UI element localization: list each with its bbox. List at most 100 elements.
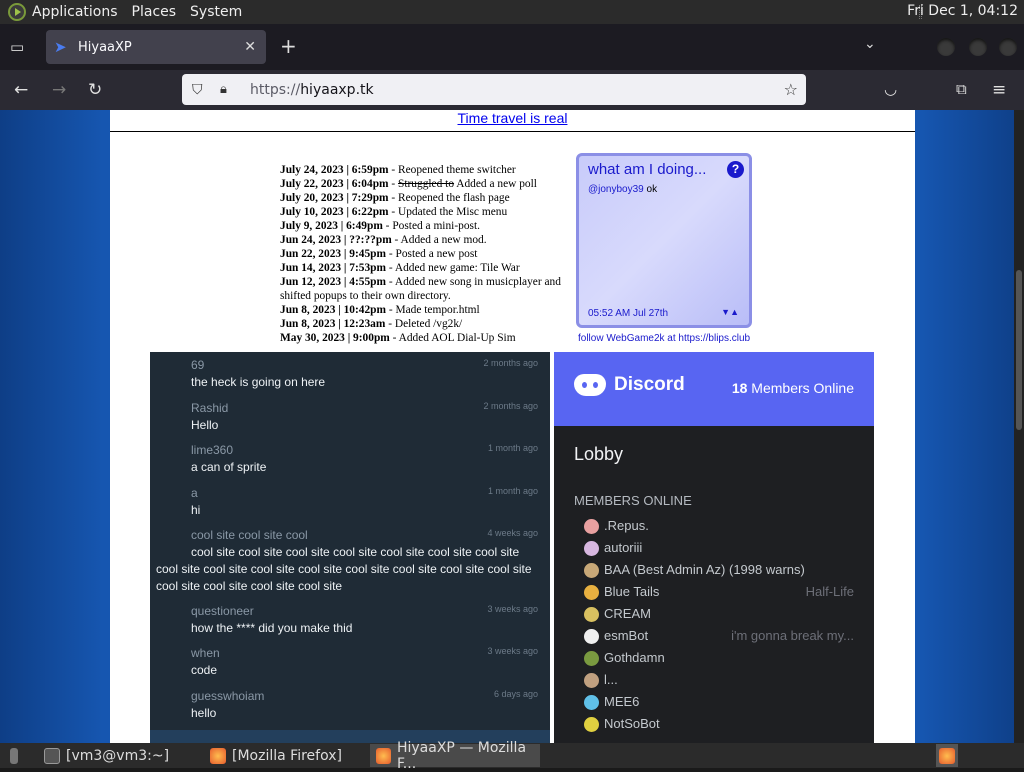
member-name: NotSoBot (604, 716, 660, 731)
discord-icon (574, 374, 606, 396)
discord-member[interactable]: Gothdamn (584, 648, 874, 670)
blips-nav-arrows-icon[interactable]: ▼▲ (721, 307, 739, 317)
chat-text: Hello (191, 418, 219, 432)
shield-icon[interactable]: ⛉ (192, 82, 208, 98)
chat-author: a (191, 486, 198, 500)
discord-member[interactable]: esmBot i'm gonna break my... (584, 626, 874, 648)
chat-author: questioneer (191, 604, 254, 618)
help-icon[interactable]: ? (727, 161, 744, 178)
firefox-icon (376, 747, 391, 764)
chat-time: 1 month ago (487, 486, 538, 496)
update-entry: Jun 8, 2023 | 12:23am - Deleted /vg2k/ (280, 318, 463, 330)
discord-member[interactable]: BAA (Best Admin Az) (1998 warns) (584, 560, 874, 582)
new-tab-icon[interactable]: + (280, 34, 297, 58)
minimize-window-button[interactable] (937, 38, 955, 56)
chat-text: hi (191, 503, 201, 517)
panel-clock[interactable]: Fri Dec 1, 04:12 (907, 3, 1018, 19)
url-text[interactable]: https://hiyaaxp.tk (250, 82, 374, 98)
bottom-taskbar: [vm3@vm3:~] [Mozilla Firefox] HiyaaXP — … (0, 740, 1024, 772)
extensions-icon[interactable]: ⧉ (956, 80, 967, 98)
update-entry: Jun 22, 2023 | 9:45pm - Posted a new pos… (280, 248, 478, 260)
web-content: Time travel is real July 24, 2023 | 6:59… (0, 110, 1024, 743)
discord-header: Discord 18 Members Online (554, 352, 874, 426)
member-name: MEE6 (604, 694, 640, 709)
avatar (584, 695, 599, 710)
time-travel-link[interactable]: Time travel is real (110, 110, 915, 126)
pocket-icon[interactable]: ◡ (884, 80, 897, 98)
members-online-heading: MEMBERS ONLINE (574, 493, 692, 508)
discord-member[interactable]: l... (584, 670, 874, 692)
reload-icon[interactable]: ↻ (88, 80, 102, 100)
chat-author: guesswhoiam (191, 689, 265, 703)
back-arrow-icon[interactable]: ← (14, 80, 28, 100)
applications-menu[interactable]: Applications (32, 4, 118, 20)
discord-widget: Discord 18 Members Online Lobby MEMBERS … (554, 352, 874, 743)
discord-logo[interactable]: Discord (574, 374, 685, 396)
avatar (584, 519, 599, 534)
blips-timestamp[interactable]: 05:52 AM Jul 27th (588, 308, 668, 319)
hamburger-menu-icon[interactable]: ≡ (992, 80, 1006, 100)
chat-time: 1 month ago (487, 443, 538, 453)
navigation-bar: ← → ↻ ⛉ 🔒︎ https://hiyaaxp.tk ☆ ◡ ⧉ ≡ (0, 70, 1024, 110)
member-name: l... (604, 672, 618, 687)
chat-author: Rashid (191, 401, 229, 415)
discord-member[interactable]: MEE6 (584, 692, 874, 714)
chat-text: code (191, 663, 218, 677)
page-scrollbar[interactable] (1014, 110, 1024, 743)
update-entry: July 10, 2023 | 6:22pm - Updated the Mis… (280, 206, 508, 218)
avatar (584, 607, 599, 622)
blips-user-link[interactable]: @jonyboy39 (588, 184, 644, 195)
chat-time: 3 weeks ago (487, 604, 538, 614)
distro-logo-icon[interactable] (8, 3, 26, 21)
show-desktop-icon[interactable] (4, 744, 24, 767)
scrollbar-thumb[interactable] (1016, 270, 1022, 430)
firefox-icon (210, 747, 226, 764)
chat-author: when (191, 646, 220, 660)
system-menu[interactable]: System (190, 4, 242, 20)
avatar (584, 629, 599, 644)
update-entry: Jun 12, 2023 | 4:55pm - Added new song i… (280, 276, 561, 302)
chevron-down-icon[interactable]: ⌄ (864, 36, 876, 52)
chat-text: how the **** did you make thid (191, 621, 353, 635)
avatar (584, 585, 599, 600)
bird-favicon-icon: ➤ (54, 38, 67, 56)
tab-hiyaaxp[interactable]: ➤ HiyaaXP ✕ (46, 30, 266, 64)
discord-member[interactable]: NotSoBot (584, 714, 874, 736)
avatar (584, 673, 599, 688)
member-name: BAA (Best Admin Az) (1998 warns) (604, 562, 805, 577)
taskbar-item-terminal[interactable]: [vm3@vm3:~] (38, 744, 169, 767)
url-bar[interactable]: ⛉ 🔒︎ https://hiyaaxp.tk ☆ (182, 74, 806, 105)
update-entry: Jun 24, 2023 | ??:??pm - Added a new mod… (280, 234, 487, 246)
taskbar-item-firefox[interactable]: [Mozilla Firefox] (204, 744, 342, 767)
forward-arrow-icon[interactable]: → (52, 80, 66, 100)
lock-icon[interactable]: 🔒︎ (220, 82, 236, 97)
taskbar-item-hiyaaxp[interactable]: HiyaaXP — Mozilla F... (370, 740, 540, 772)
bookmark-star-icon[interactable]: ☆ (784, 80, 798, 99)
firefox-view-icon[interactable]: ▭ (10, 38, 24, 56)
chat-time: 2 months ago (483, 401, 538, 411)
divider (110, 131, 915, 132)
discord-member[interactable]: CREAM (584, 604, 874, 626)
tray-firefox-icon[interactable] (936, 744, 958, 767)
discord-member[interactable]: .Repus. (584, 516, 874, 538)
close-tab-icon[interactable]: ✕ (244, 39, 256, 55)
blips-title[interactable]: what am I doing... (588, 161, 706, 178)
tab-title: HiyaaXP (78, 39, 132, 55)
chat-time: 3 weeks ago (487, 646, 538, 656)
places-menu[interactable]: Places (132, 4, 177, 20)
chat-text: hello (191, 706, 217, 720)
maximize-window-button[interactable] (969, 38, 987, 56)
blips-follow-link[interactable]: follow WebGame2k at https://blips.club (578, 333, 750, 344)
blips-post: @jonyboy39 ok (588, 184, 658, 195)
chat-author: lime360 (191, 443, 234, 457)
discord-member[interactable]: autoriii (584, 538, 874, 560)
update-entry: July 24, 2023 | 6:59pm - Reopened theme … (280, 164, 516, 176)
close-window-button[interactable] (999, 38, 1017, 56)
avatar (584, 717, 599, 732)
discord-member[interactable]: Blue Tails Half-Life (584, 582, 874, 604)
chat-author: cool site cool site cool (191, 528, 308, 542)
member-name: Blue Tails (604, 584, 660, 599)
avatar (584, 563, 599, 578)
member-name: .Repus. (604, 518, 649, 533)
update-entry: July 9, 2023 | 6:49pm - Posted a mini-po… (280, 220, 480, 232)
